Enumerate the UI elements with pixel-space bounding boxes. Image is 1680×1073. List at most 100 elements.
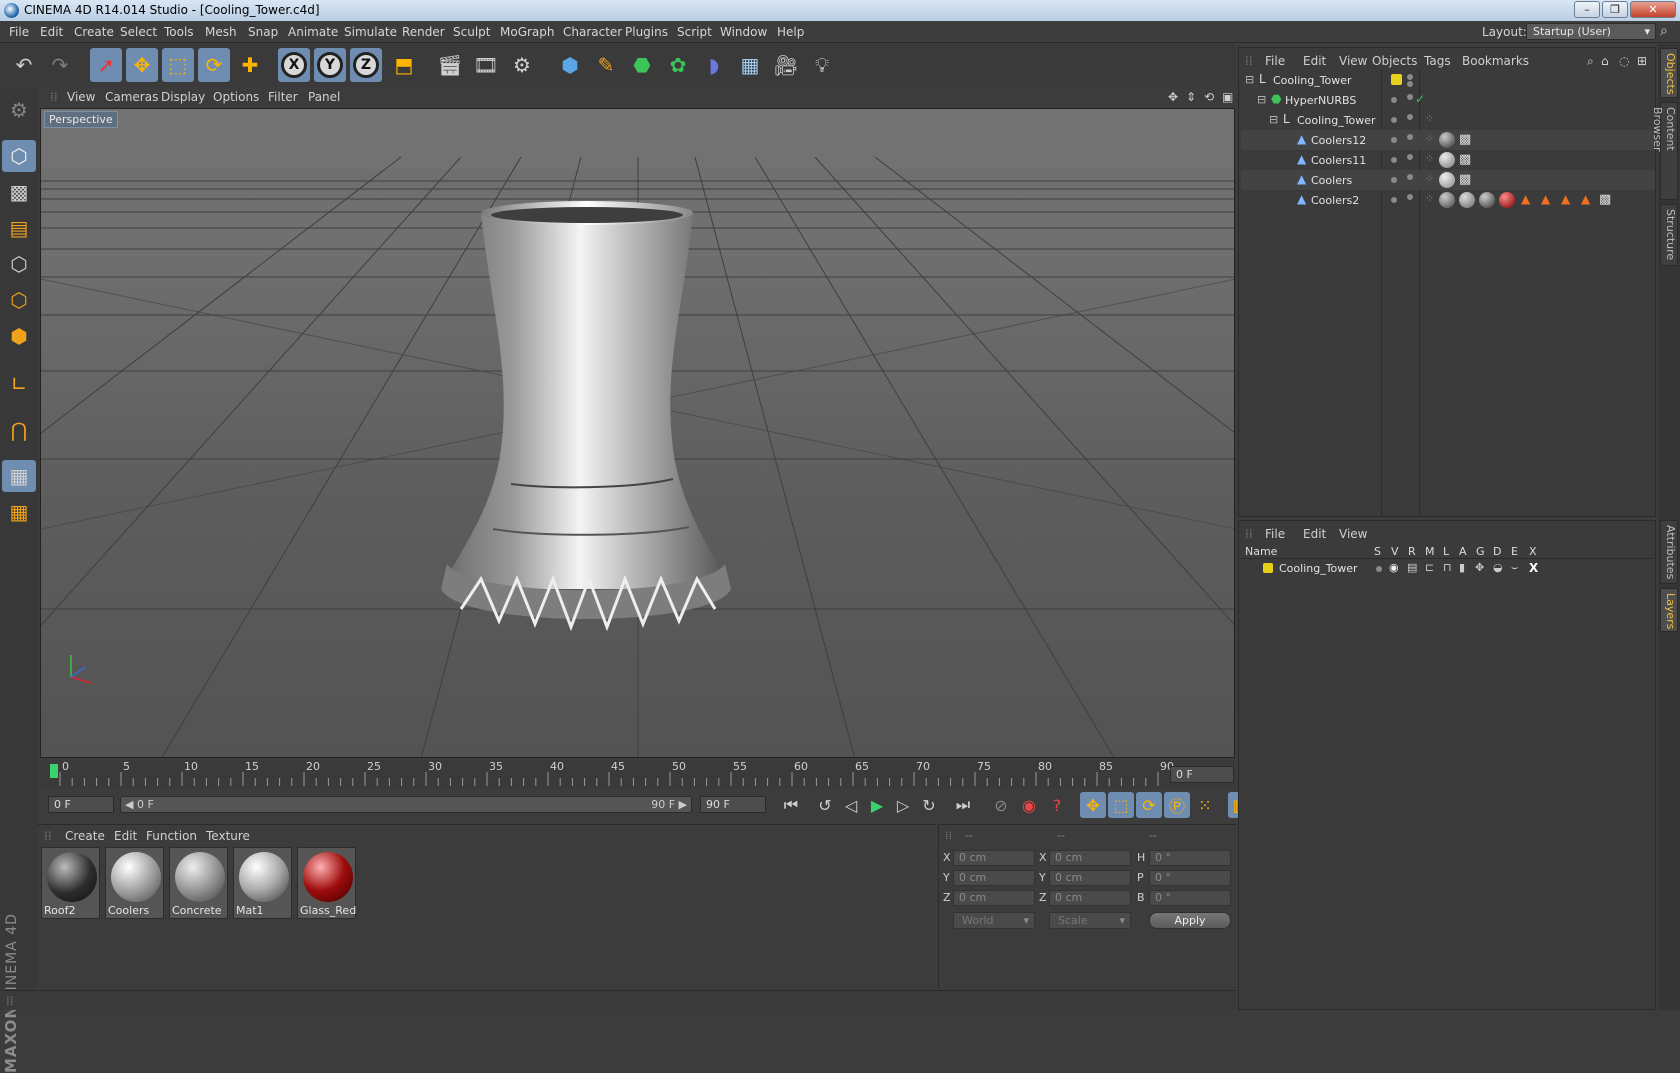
rot-h-field[interactable]: 0 ° — [1149, 850, 1231, 866]
layer-manager-icon[interactable]: ⊏ — [1425, 561, 1434, 574]
viewport-maximize-icon[interactable]: ▣ — [1222, 90, 1233, 104]
previous-frame-button[interactable]: ◁ — [838, 792, 864, 818]
object-row[interactable]: ⊟ ⬣ HyperNURBS ✓ — [1241, 90, 1655, 110]
editor-dot[interactable] — [1407, 114, 1413, 120]
current-frame-field[interactable]: 0 F — [1170, 766, 1234, 783]
layers-menu-file[interactable]: File — [1265, 527, 1285, 541]
object-row[interactable]: ⊟ L Cooling_Tower — [1241, 70, 1655, 90]
layer-eye-icon[interactable]: ◉ — [1389, 561, 1399, 574]
layer-col-expressions[interactable]: E — [1511, 545, 1518, 558]
objects-menu-view[interactable]: View — [1339, 54, 1367, 68]
menu-sculpt[interactable]: Sculpt — [453, 25, 490, 39]
menu-plugins[interactable]: Plugins — [625, 25, 668, 39]
frame-range-slider[interactable]: ◀ 0 F 90 F ▶ — [120, 796, 692, 813]
rotate-tool[interactable]: ⟳ — [198, 48, 230, 82]
visibility-dot[interactable] — [1407, 74, 1413, 80]
axis-mode-button[interactable]: ∟ — [2, 368, 36, 400]
add-floor-button[interactable]: ▦ — [734, 48, 766, 82]
objects-new-window-icon[interactable]: ⊞ — [1637, 54, 1647, 68]
add-light-button[interactable]: 💡︎ — [806, 48, 838, 82]
layers-menu-view[interactable]: View — [1339, 527, 1367, 541]
tab-layers[interactable]: Layers — [1660, 588, 1678, 632]
play-button[interactable]: ▶ — [864, 792, 890, 818]
menu-character[interactable]: Character — [563, 25, 622, 39]
uvw-tag-icon[interactable]: ▩ — [1459, 152, 1471, 167]
layers-menu-edit[interactable]: Edit — [1303, 527, 1326, 541]
close-button[interactable]: ✕ — [1630, 1, 1676, 18]
layer-col-solo[interactable]: S — [1374, 545, 1381, 558]
objects-menu-edit[interactable]: Edit — [1303, 54, 1326, 68]
add-spline-button[interactable]: ✎ — [590, 48, 622, 82]
objects-home-icon[interactable]: ⌂ — [1601, 54, 1609, 68]
model-mode-button[interactable]: ⬡ — [2, 140, 36, 172]
viewport-pan-icon[interactable]: ✥ — [1168, 90, 1178, 104]
record-keys-button[interactable]: ⊘ — [988, 792, 1014, 818]
points-mode-button[interactable]: ⬡ — [2, 248, 36, 280]
key-parameter-button[interactable]: Ⓟ — [1164, 792, 1190, 818]
viewport-menu-filter[interactable]: Filter — [268, 90, 298, 104]
previous-key-button[interactable]: ↺ — [812, 792, 838, 818]
visibility-dot[interactable] — [1391, 117, 1397, 123]
phong-tag-icon[interactable]: ⁘ — [1425, 192, 1434, 205]
planar-workplane-button[interactable]: ▦ — [2, 496, 36, 528]
x-axis-lock[interactable]: X — [278, 48, 310, 82]
size-y-field[interactable]: 0 cm — [1049, 870, 1131, 886]
layer-col-xref[interactable]: X — [1529, 545, 1537, 558]
size-z-field[interactable]: 0 cm — [1049, 890, 1131, 906]
tab-objects[interactable]: Objects — [1660, 48, 1678, 98]
material-menu-function[interactable]: Function — [146, 829, 197, 843]
material-tag-icon[interactable] — [1499, 192, 1515, 208]
layout-select[interactable]: Startup (User) — [1526, 23, 1656, 40]
material-tag-icon[interactable] — [1439, 192, 1455, 208]
keyframe-selection-button[interactable]: ? — [1044, 792, 1070, 818]
selection-tag-icon[interactable]: ▲ — [1581, 192, 1590, 206]
material-swatch-mat1[interactable]: Mat1 — [233, 847, 292, 919]
minimize-button[interactable]: – — [1574, 1, 1600, 18]
uvw-tag-icon[interactable]: ▩ — [1599, 192, 1611, 207]
layer-color-swatch[interactable] — [1263, 563, 1273, 573]
objects-search-icon[interactable]: ⌕ — [1587, 54, 1594, 69]
layer-col-view[interactable]: V — [1391, 545, 1399, 558]
render-view-button[interactable]: 🎬︎ — [434, 48, 466, 82]
layer-solo-dot[interactable] — [1376, 566, 1382, 572]
visibility-dot[interactable] — [1391, 97, 1397, 103]
next-key-button[interactable]: ↻ — [916, 792, 942, 818]
material-swatch-coolers[interactable]: Coolers — [105, 847, 164, 919]
layer-animation-icon[interactable]: ▮ — [1459, 561, 1465, 574]
key-scale-button[interactable]: ⬚ — [1108, 792, 1134, 818]
material-tag-icon[interactable] — [1479, 192, 1495, 208]
goto-end-button[interactable]: ⏭ — [950, 792, 976, 818]
rot-b-field[interactable]: 0 ° — [1149, 890, 1231, 906]
collapse-icon[interactable]: ⊟ — [1245, 73, 1254, 86]
y-axis-lock[interactable]: Y — [314, 48, 346, 82]
viewport-menu-cameras[interactable]: Cameras — [105, 90, 158, 104]
viewport-orbit-icon[interactable]: ⟲ — [1204, 90, 1214, 104]
next-frame-button[interactable]: ▷ — [890, 792, 916, 818]
snap-button[interactable]: ⋂ — [2, 414, 36, 446]
object-row[interactable]: ⊟ L Cooling_Tower ⁘ — [1241, 110, 1655, 130]
workplane-lock-button[interactable]: ▦ — [2, 460, 36, 492]
object-row[interactable]: ▲ Coolers2 ⁘ ▲ ▲ ▲ ▲ ▩ — [1241, 190, 1655, 210]
make-editable-button[interactable]: ⚙ — [2, 94, 36, 126]
menu-mesh[interactable]: Mesh — [205, 25, 237, 39]
uvw-tag-icon[interactable]: ▩ — [1459, 132, 1471, 147]
key-pla-button[interactable]: ⁙ — [1192, 792, 1218, 818]
add-array-button[interactable]: ✿ — [662, 48, 694, 82]
menu-help[interactable]: Help — [777, 25, 804, 39]
editor-dot[interactable] — [1407, 174, 1413, 180]
material-menu-texture[interactable]: Texture — [206, 829, 250, 843]
menu-snap[interactable]: Snap — [248, 25, 278, 39]
autokey-button[interactable]: ◉ — [1016, 792, 1042, 818]
material-tag-icon[interactable] — [1439, 132, 1455, 148]
size-mode-dropdown[interactable]: Scale — [1049, 912, 1131, 929]
timeline-ruler[interactable]: 0 5 10 15 20 25 30 35 40 45 50 55 60 65 70 75 80 85 90 0 F — [40, 760, 1235, 788]
goto-start-button[interactable]: ⏮ — [778, 792, 804, 818]
apply-button[interactable]: Apply — [1149, 912, 1231, 929]
menu-simulate[interactable]: Simulate — [344, 25, 397, 39]
key-position-button[interactable]: ✥ — [1080, 792, 1106, 818]
objects-menu-file[interactable]: File — [1265, 54, 1285, 68]
render-picture-viewer-button[interactable]: 🎞︎ — [470, 48, 502, 82]
layer-deformer-icon[interactable]: ◒ — [1493, 561, 1503, 574]
layer-col-name[interactable]: Name — [1245, 545, 1277, 558]
layer-col-animation[interactable]: A — [1459, 545, 1467, 558]
